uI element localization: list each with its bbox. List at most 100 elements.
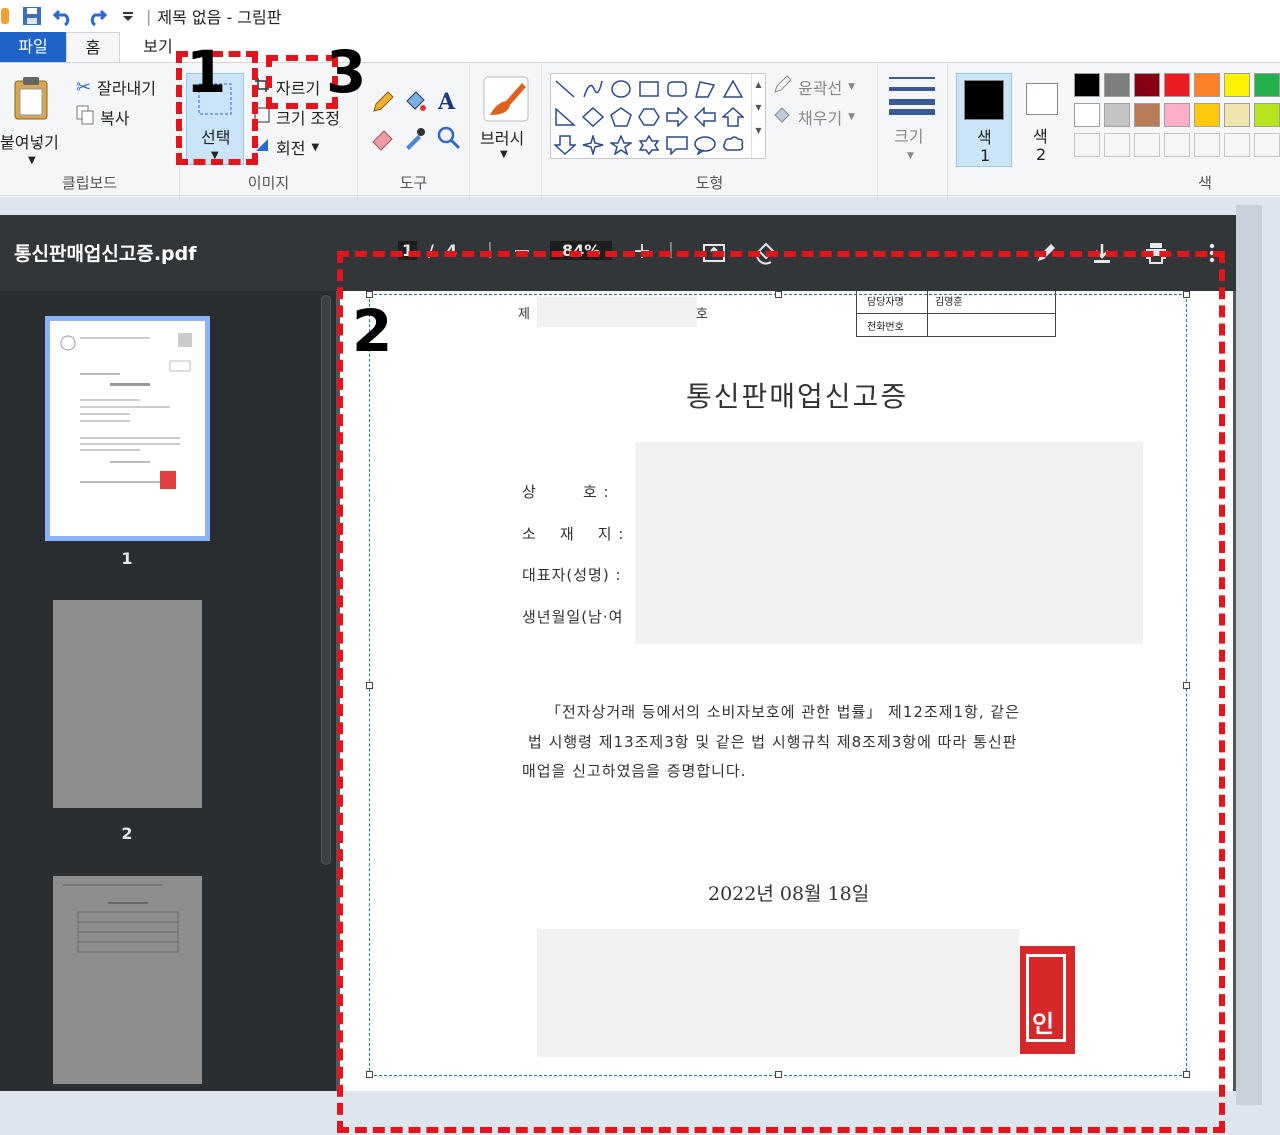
polygon-shape-icon[interactable] xyxy=(693,78,717,100)
tab-home[interactable]: 홈 xyxy=(66,32,120,62)
color-picker-icon[interactable] xyxy=(402,125,428,155)
color-swatch[interactable] xyxy=(1194,133,1220,157)
color-swatch[interactable] xyxy=(1224,133,1250,157)
curve-shape-icon[interactable] xyxy=(581,78,605,100)
tools-group: A 도구 xyxy=(358,63,470,197)
thumbnail-label-1: 1 xyxy=(121,549,133,568)
fill-bucket-icon[interactable] xyxy=(402,89,428,119)
up-arrow-shape-icon[interactable] xyxy=(721,106,745,128)
redo-icon[interactable] xyxy=(84,4,108,28)
colors-group-label: 색 xyxy=(1198,174,1212,192)
sidebar-scrollbar[interactable] xyxy=(321,295,331,865)
pdf-file-name: 통신판매업신고증.pdf xyxy=(14,243,197,265)
fill-button[interactable]: 채우기 ▼ xyxy=(772,105,855,129)
brushes-button[interactable]: 브러시 ▼ xyxy=(476,73,536,165)
rotate-label: 회전 xyxy=(276,139,306,158)
title-separator: | xyxy=(146,6,152,26)
cloud-callout-shape-icon[interactable] xyxy=(721,134,745,156)
window-title: 제목 없음 - 그림판 xyxy=(157,8,282,27)
customize-dropdown-icon[interactable] xyxy=(116,4,140,28)
line-size-icon xyxy=(889,77,935,115)
right-triangle-shape-icon[interactable] xyxy=(553,106,577,128)
thumbnail-page-1[interactable] xyxy=(45,316,210,541)
thumbnail-label-2: 2 xyxy=(121,824,133,843)
rounded-rectangle-shape-icon[interactable] xyxy=(665,78,689,100)
magnifier-icon[interactable] xyxy=(436,125,462,155)
color1-swatch xyxy=(964,80,1004,120)
clipboard-group-label: 클립보드 xyxy=(61,174,118,192)
shapes-group: ▲ ▼ ▼ 윤곽선 ▼ 채우기 ▼ 도형 xyxy=(542,63,878,197)
annotation-box-2 xyxy=(337,251,1225,1133)
down-arrow-shape-icon[interactable] xyxy=(553,134,577,156)
color2-swatch xyxy=(1026,83,1058,115)
color-swatch[interactable] xyxy=(1224,73,1250,97)
color-swatch[interactable] xyxy=(1074,73,1100,97)
eraser-icon[interactable] xyxy=(370,125,396,155)
paint-app-icon xyxy=(0,4,12,28)
left-arrow-shape-icon[interactable] xyxy=(693,106,717,128)
color2-label-top: 색 xyxy=(1033,127,1048,146)
quick-access-toolbar xyxy=(0,4,140,28)
color-swatch[interactable] xyxy=(1164,103,1190,127)
color-swatch[interactable] xyxy=(1134,103,1160,127)
pentagon-shape-icon[interactable] xyxy=(609,106,633,128)
line-shape-icon[interactable] xyxy=(553,78,577,100)
copy-button[interactable]: 복사 xyxy=(76,105,129,129)
paste-button[interactable]: 붙여넣기 ▼ xyxy=(0,71,66,171)
annotation-number-1: 1 xyxy=(186,38,227,106)
oval-callout-shape-icon[interactable] xyxy=(693,134,717,156)
pencil-icon[interactable] xyxy=(370,89,396,119)
color-swatch[interactable] xyxy=(1164,133,1190,157)
color-swatch[interactable] xyxy=(1074,133,1100,157)
color-swatch[interactable] xyxy=(1104,133,1130,157)
size-group[interactable]: 크기 ▼ xyxy=(878,63,948,197)
outline-label: 윤곽선 xyxy=(798,79,843,98)
color-swatch[interactable] xyxy=(1104,73,1130,97)
text-tool-icon[interactable]: A xyxy=(438,89,455,115)
thumbnail-page-2[interactable] xyxy=(53,600,202,808)
save-icon[interactable] xyxy=(20,4,44,28)
hexagon-shape-icon[interactable] xyxy=(637,106,661,128)
brushes-group: 브러시 ▼ xyxy=(470,63,542,197)
shapes-gallery: ▲ ▼ ▼ xyxy=(550,73,766,159)
canvas-shadow xyxy=(1236,205,1262,1105)
color-swatch[interactable] xyxy=(1194,103,1220,127)
diamond-shape-icon[interactable] xyxy=(581,106,605,128)
oval-shape-icon[interactable] xyxy=(609,78,633,100)
six-point-star-shape-icon[interactable] xyxy=(637,134,661,156)
undo-icon[interactable] xyxy=(52,4,76,28)
color-swatch[interactable] xyxy=(1134,73,1160,97)
thumbnail-page-3[interactable] xyxy=(53,876,202,1084)
color-swatch[interactable] xyxy=(1074,103,1100,127)
rect-callout-shape-icon[interactable] xyxy=(665,134,689,156)
color-swatch[interactable] xyxy=(1194,73,1220,97)
outline-button[interactable]: 윤곽선 ▼ xyxy=(772,75,855,99)
shapes-group-label: 도형 xyxy=(695,174,724,192)
color-swatch[interactable] xyxy=(1164,73,1190,97)
color-swatch[interactable] xyxy=(1134,133,1160,157)
color-swatch[interactable] xyxy=(1254,73,1280,97)
fill-icon xyxy=(772,105,792,129)
clipboard-group: 붙여넣기 ▼ ✂ 잘라내기 복사 클립보드 xyxy=(0,63,180,197)
color-swatch[interactable] xyxy=(1254,133,1280,157)
rotate-button[interactable]: 회전 ▼ xyxy=(254,135,319,159)
tools-group-label: 도구 xyxy=(399,174,428,192)
cut-label: 잘라내기 xyxy=(97,79,156,98)
color1-button[interactable]: 색 1 xyxy=(956,73,1012,167)
size-label: 크기 xyxy=(894,127,924,146)
shapes-scroll[interactable]: ▲ ▼ ▼ xyxy=(751,74,765,158)
triangle-shape-icon[interactable] xyxy=(721,78,745,100)
cut-button[interactable]: ✂ 잘라내기 xyxy=(76,75,156,99)
rectangle-shape-icon[interactable] xyxy=(637,78,661,100)
brush-icon xyxy=(483,76,529,122)
color2-button[interactable]: 색 2 xyxy=(1018,73,1066,167)
right-arrow-shape-icon[interactable] xyxy=(665,106,689,128)
five-point-star-shape-icon[interactable] xyxy=(609,134,633,156)
tab-file[interactable]: 파일 xyxy=(0,32,66,62)
color-swatch[interactable] xyxy=(1104,103,1130,127)
color-swatch[interactable] xyxy=(1224,103,1250,127)
four-point-star-shape-icon[interactable] xyxy=(581,134,605,156)
color-palette: 색 xyxy=(1070,63,1280,197)
thumbnail-page-1-preview xyxy=(60,333,192,489)
color-swatch[interactable] xyxy=(1254,103,1280,127)
